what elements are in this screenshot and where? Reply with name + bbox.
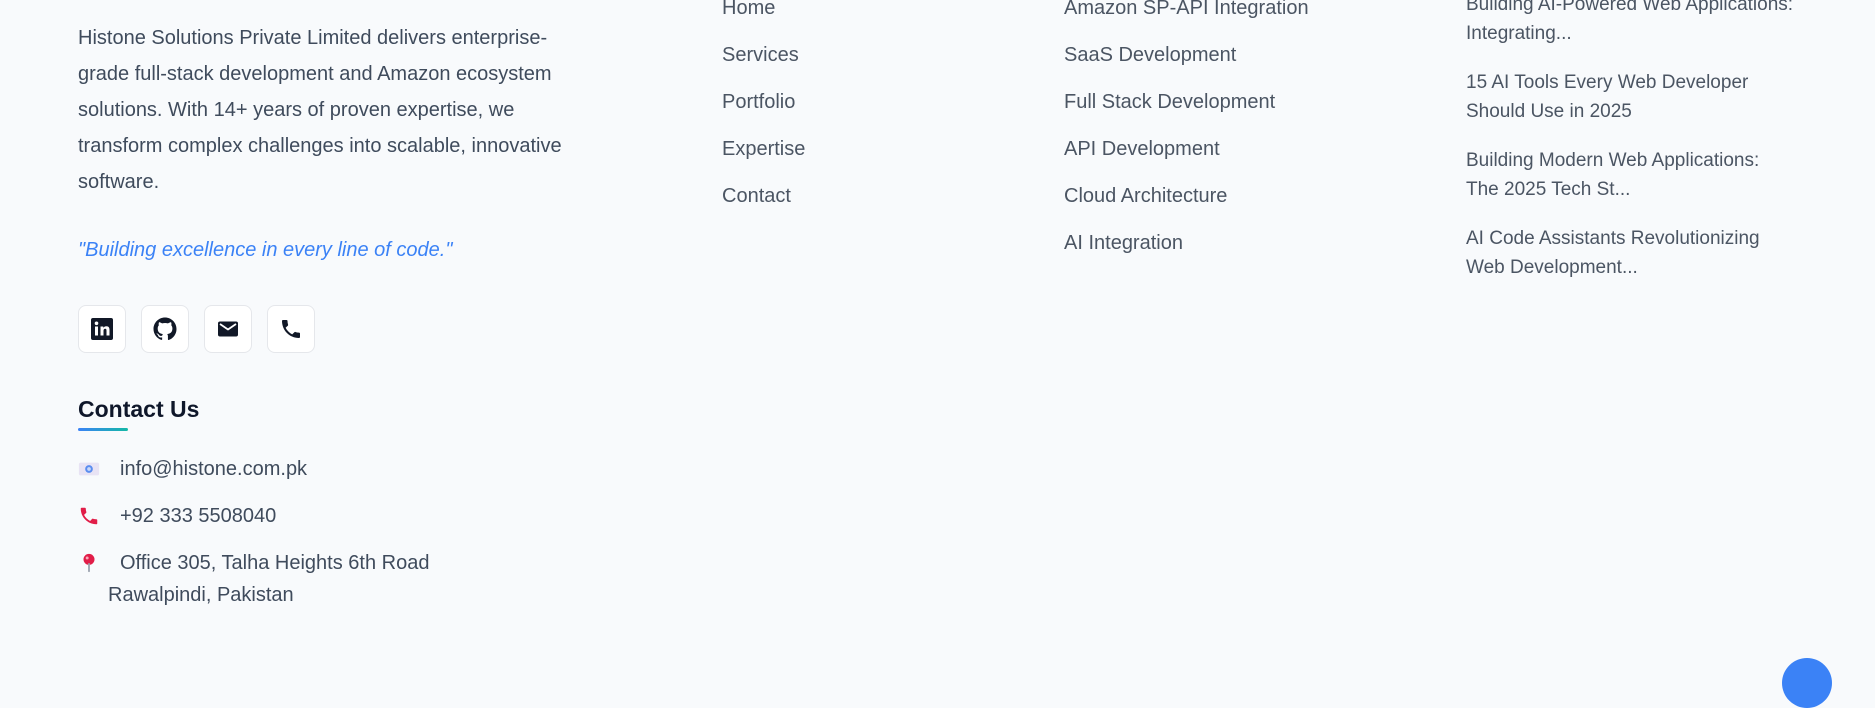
contact-address: Office 305, Talha Heights 6th Road: [78, 547, 429, 579]
mail-icon: [218, 321, 238, 337]
contact-phone-text[interactable]: +92 333 5508040: [120, 500, 276, 532]
footer-link-contact[interactable]: Contact: [722, 180, 805, 227]
blog-post-link[interactable]: Building AI-Powered Web Applications: In…: [1466, 0, 1796, 48]
service-link-api[interactable]: API Development: [1064, 133, 1309, 180]
service-link-amazon-sp-api[interactable]: Amazon SP-API Integration: [1064, 0, 1309, 39]
contact-phone[interactable]: +92 333 5508040: [78, 500, 276, 532]
linkedin-icon: [91, 318, 113, 340]
service-link-saas[interactable]: SaaS Development: [1064, 39, 1309, 86]
service-link-cloud[interactable]: Cloud Architecture: [1064, 180, 1309, 227]
service-link-ai[interactable]: AI Integration: [1064, 227, 1309, 274]
map-pin-icon: [78, 547, 120, 579]
contact-heading-underline: [78, 428, 128, 431]
footer-link-expertise[interactable]: Expertise: [722, 133, 805, 180]
company-tagline: "Building excellence in every line of co…: [78, 239, 453, 261]
blog-post-link[interactable]: AI Code Assistants Revolutionizing Web D…: [1466, 224, 1796, 282]
contact-address-line1: Office 305, Talha Heights 6th Road: [120, 552, 430, 574]
contact-email-text[interactable]: info@histone.com.pk: [120, 453, 307, 485]
phone-button[interactable]: [267, 305, 315, 353]
services-list: Amazon SP-API Integration SaaS Developme…: [1064, 0, 1309, 274]
about-section: Histone Solutions Private Limited delive…: [78, 20, 588, 261]
site-footer: Histone Solutions Private Limited delive…: [0, 0, 1875, 708]
linkedin-button[interactable]: [78, 305, 126, 353]
footer-link-services[interactable]: Services: [722, 39, 805, 86]
recent-posts-list: Building AI-Powered Web Applications: In…: [1466, 0, 1796, 302]
contact-email[interactable]: info@histone.com.pk: [78, 453, 307, 485]
contact-heading: Contact Us: [78, 396, 200, 422]
github-button[interactable]: [141, 305, 189, 353]
blog-post-link[interactable]: Building Modern Web Applications: The 20…: [1466, 146, 1796, 204]
footer-link-home[interactable]: Home: [722, 0, 805, 39]
email-button[interactable]: [204, 305, 252, 353]
about-text: Histone Solutions Private Limited delive…: [78, 27, 562, 193]
quick-links-list: Home Services Portfolio Expertise Contac…: [722, 0, 805, 227]
blog-post-link[interactable]: 15 AI Tools Every Web Developer Should U…: [1466, 68, 1796, 126]
floating-action-button[interactable]: [1782, 658, 1832, 708]
telephone-icon: [78, 500, 120, 532]
footer-link-portfolio[interactable]: Portfolio: [722, 86, 805, 133]
github-icon: [153, 317, 177, 340]
service-link-full-stack[interactable]: Full Stack Development: [1064, 86, 1309, 133]
phone-icon: [282, 320, 300, 338]
envelope-icon: [78, 453, 120, 485]
social-links: [78, 305, 315, 353]
contact-address-line2: Rawalpindi, Pakistan: [108, 584, 294, 606]
